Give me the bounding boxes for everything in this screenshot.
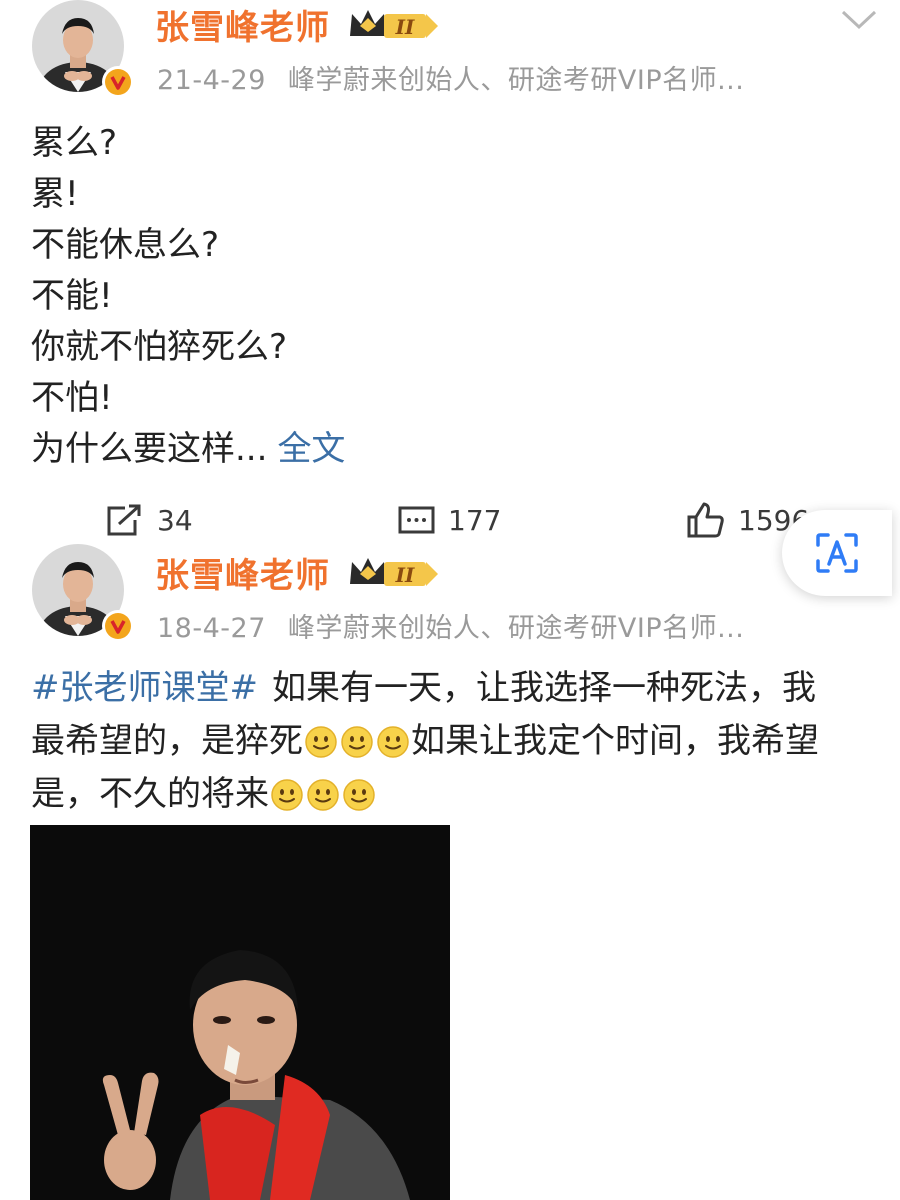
post-text: #张老师课堂# 如果有一天，让我选择一种死法，我 最希望的，是猝死 如果让我定个时… <box>31 662 871 821</box>
post-text: 累么? 累! 不能休息么? 不能! 你就不怕猝死么? 不怕! 为什么要这样...… <box>31 118 345 475</box>
smile-emoji-icon <box>271 778 303 811</box>
smile-emoji-icon <box>307 778 339 811</box>
post-image-graphic <box>30 825 450 1200</box>
verified-badge-icon <box>102 66 134 98</box>
smile-emoji-icon <box>305 725 337 758</box>
smile-emoji-icon <box>341 725 373 758</box>
translate-button[interactable] <box>782 510 892 596</box>
svg-text:II: II <box>395 563 415 587</box>
post-text-line: #张老师课堂# 如果有一天，让我选择一种死法，我 <box>31 662 871 715</box>
post-date: 21-4-29 <box>157 65 266 96</box>
chevron-down-icon[interactable] <box>840 8 878 32</box>
avatar[interactable] <box>32 544 134 642</box>
author-bio: 峰学蔚来创始人、研途考研VIP名师... <box>287 613 745 644</box>
post-text-segment: 是，不久的将来 <box>31 774 269 814</box>
post-meta: 21-4-29 峰学蔚来创始人、研途考研VIP名师... <box>157 58 744 97</box>
post-text-segment: 最希望的，是猝死 <box>31 721 303 761</box>
post-text-line: 是，不久的将来 <box>31 768 871 821</box>
full-text-link[interactable]: 全文 <box>277 429 345 469</box>
translate-icon <box>816 533 858 573</box>
hashtag-link[interactable]: #张老师课堂# <box>31 662 258 715</box>
post-text-line: 累么? <box>31 123 118 163</box>
post-date: 18-4-27 <box>157 613 266 644</box>
post-card[interactable]: 张雪峰老师 II 18-4-27 峰学蔚来创始人、研途考研VIP名师... #张老… <box>0 530 900 1200</box>
crown-vip-icon[interactable]: II <box>348 554 440 590</box>
post-text-line: 不能休息么? <box>31 225 220 265</box>
crown-vip-icon[interactable]: II <box>348 6 440 42</box>
post-text-last-line: 为什么要这样... 全文 <box>31 424 345 475</box>
post-text-line: 不能! <box>31 276 113 316</box>
post-text-segment: 如果让我定个时间，我希望 <box>411 721 819 761</box>
post-text-line: 累! <box>31 174 79 214</box>
smile-emoji-icon <box>343 778 375 811</box>
avatar[interactable] <box>32 0 134 98</box>
post-text-line: 最希望的，是猝死 如果让我定个时间，我希望 <box>31 715 871 768</box>
post-meta: 18-4-27 峰学蔚来创始人、研途考研VIP名师... <box>157 606 744 645</box>
post-text-line: 不怕! <box>31 378 113 418</box>
author-name[interactable]: 张雪峰老师 <box>155 548 330 597</box>
post-text-segment: 如果有一天，让我选择一种死法，我 <box>271 668 816 708</box>
svg-text:II: II <box>395 15 415 39</box>
weibo-feed: 张雪峰老师 II 21-4-29 峰学蔚来创始人、研途考研VIP名师... 累么?… <box>0 0 900 1200</box>
author-bio: 峰学蔚来创始人、研途考研VIP名师... <box>287 65 745 96</box>
post-text-line: 为什么要这样... <box>31 429 268 469</box>
post-image[interactable] <box>30 825 450 1200</box>
post-card[interactable]: 张雪峰老师 II 21-4-29 峰学蔚来创始人、研途考研VIP名师... 累么?… <box>0 0 900 538</box>
smile-emoji-icon <box>377 725 409 758</box>
post-text-line: 你就不怕猝死么? <box>31 327 288 367</box>
verified-badge-icon <box>102 610 134 642</box>
author-name[interactable]: 张雪峰老师 <box>155 0 330 49</box>
